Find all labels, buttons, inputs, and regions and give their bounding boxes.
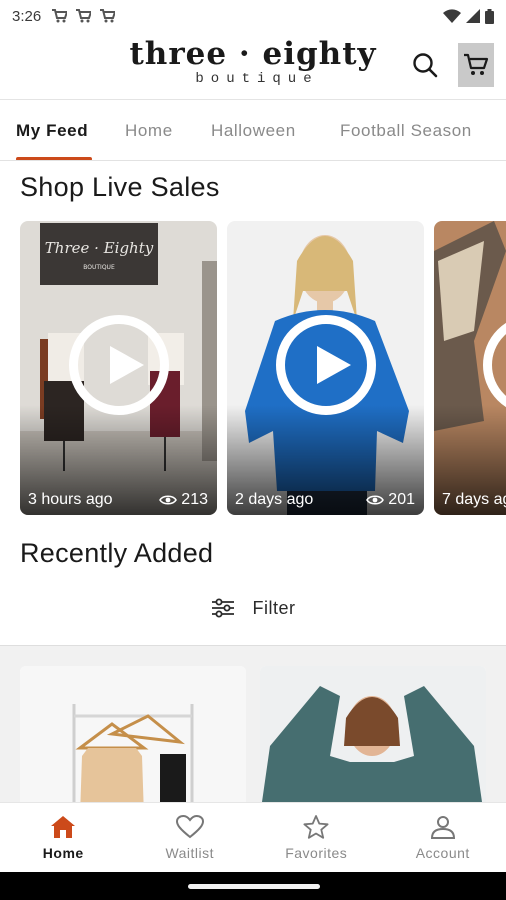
view-count-value: 201 [388, 491, 415, 508]
status-indicators [443, 8, 494, 24]
eye-icon [366, 495, 385, 505]
tab-home[interactable]: Home [125, 121, 173, 141]
eye-icon [159, 495, 178, 505]
cart-button[interactable] [458, 43, 494, 87]
view-count-value: 213 [181, 491, 208, 508]
tab-my-feed[interactable]: My Feed [16, 121, 88, 141]
store-sign-subtext: BOUTIQUE [83, 264, 115, 271]
product-card[interactable] [20, 666, 246, 805]
category-tabs: My Feed Home Halloween Football Season [0, 101, 506, 161]
nav-favorites-label: Favorites [285, 845, 348, 861]
recently-added-title: Recently Added [20, 538, 214, 568]
card-view-count: 201 [366, 491, 415, 509]
active-tab-indicator [16, 157, 92, 160]
status-bar: 3:26 [0, 0, 506, 32]
live-sale-card[interactable]: 7 days ago [434, 221, 506, 515]
play-icon[interactable] [275, 315, 376, 416]
app-header: three · eighty boutique [0, 32, 506, 100]
nav-account[interactable]: Account [380, 803, 506, 872]
product-grid [0, 645, 506, 805]
system-gesture-bar [0, 872, 506, 900]
store-sign-text: Three · Eighty [45, 239, 154, 257]
live-sale-card[interactable]: Three · Eighty BOUTIQUE 3 hours ago 213 [20, 221, 217, 515]
star-icon [303, 815, 329, 839]
nav-waitlist-label: Waitlist [165, 845, 215, 861]
filter-sliders-icon [211, 598, 234, 618]
filter-label: Filter [252, 597, 296, 618]
notification-cart-icon [100, 9, 116, 23]
live-sale-card[interactable]: 2 days ago 201 [227, 221, 424, 515]
filter-button[interactable]: Filter [0, 592, 506, 624]
card-time-label: 7 days ago [442, 491, 506, 508]
wifi-icon [443, 9, 461, 23]
play-icon[interactable] [68, 315, 169, 416]
play-triangle [109, 346, 144, 385]
nav-account-label: Account [415, 845, 470, 861]
tab-halloween[interactable]: Halloween [211, 121, 296, 141]
gesture-handle[interactable] [188, 884, 320, 889]
card-view-count: 213 [159, 491, 208, 509]
search-button[interactable] [410, 50, 440, 80]
status-time: 3:26 [12, 7, 42, 25]
account-icon [430, 816, 455, 839]
home-icon [51, 816, 76, 838]
bottom-navigation: Home Waitlist Favorites Account [0, 802, 506, 872]
tab-football-season[interactable]: Football Season [340, 121, 472, 141]
card-time-label: 2 days ago [235, 491, 314, 508]
card-time-label: 3 hours ago [28, 491, 113, 508]
product-image [260, 666, 486, 805]
notification-cart-icon [52, 9, 68, 23]
live-sales-carousel[interactable]: Three · Eighty BOUTIQUE 3 hours ago 213 [20, 221, 506, 515]
notification-cart-icon [76, 9, 92, 23]
nav-waitlist[interactable]: Waitlist [127, 803, 254, 872]
heart-icon [175, 815, 204, 839]
nav-home[interactable]: Home [0, 803, 127, 872]
nav-favorites[interactable]: Favorites [253, 803, 380, 872]
search-icon [413, 53, 438, 78]
cart-icon [464, 53, 489, 75]
play-triangle [316, 346, 351, 385]
signal-icon [466, 9, 480, 23]
battery-icon [485, 8, 494, 24]
product-image [20, 666, 246, 805]
product-card[interactable] [260, 666, 486, 805]
live-sales-title: Shop Live Sales [20, 172, 220, 202]
nav-home-label: Home [42, 845, 84, 861]
